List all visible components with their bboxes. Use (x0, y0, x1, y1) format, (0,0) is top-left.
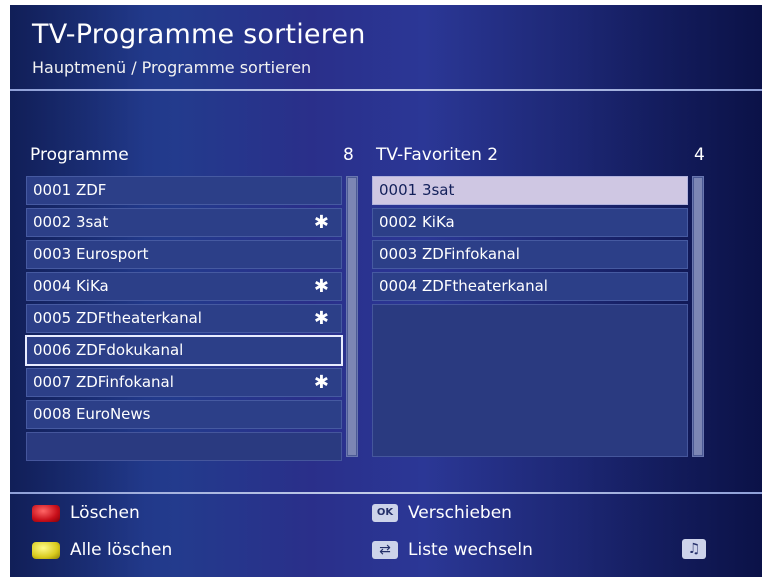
favoriten-row-label: 0002 KiKa (379, 213, 455, 231)
favoriten-row-empty (372, 304, 688, 457)
favorite-star-icon: ✱ (313, 212, 329, 233)
programme-scrollbar[interactable] (346, 176, 358, 457)
legend-switch-list-label: Liste wechseln (408, 540, 533, 560)
legend-switch-list: ⇄ Liste wechseln (372, 540, 533, 560)
programme-row[interactable]: 0003 Eurosport (26, 240, 342, 269)
legend-audio: ♫ (682, 539, 706, 559)
footer-divider (10, 492, 762, 494)
red-key-icon (32, 504, 60, 522)
programme-row-label: 0004 KiKa (33, 277, 109, 295)
yellow-key-icon (32, 541, 60, 559)
programme-row-label: 0003 Eurosport (33, 245, 149, 263)
programme-scrollbar-thumb[interactable] (348, 178, 356, 455)
favoriten-scrollbar-thumb[interactable] (694, 178, 702, 455)
favorite-star-icon: ✱ (313, 276, 329, 297)
favoriten-row-selected[interactable]: 0001 3sat (372, 176, 688, 205)
favorite-star-icon: ✱ (313, 308, 329, 329)
programme-row-label: 0002 3sat (33, 213, 109, 231)
tv-menu-screen: TV-Programme sortieren Hauptmenü / Progr… (10, 5, 762, 577)
favoriten-row[interactable]: 0003 ZDFinfokanal (372, 240, 688, 269)
legend-move-label: Verschieben (408, 503, 512, 523)
programme-row-label: 0007 ZDFinfokanal (33, 373, 174, 391)
legend-move: OK Verschieben (372, 503, 512, 523)
favoriten-scrollbar[interactable] (692, 176, 704, 457)
favoriten-row[interactable]: 0004 ZDFtheaterkanal (372, 272, 688, 301)
favorite-star-icon: ✱ (313, 372, 329, 393)
header-divider (10, 89, 762, 91)
favoriten-heading: TV-Favoriten 2 (376, 145, 499, 165)
programme-row-label: 0008 EuroNews (33, 405, 151, 423)
programme-row-label: 0001 ZDF (33, 181, 107, 199)
legend-delete-all: Alle löschen (32, 540, 172, 560)
programme-row[interactable]: 0002 3sat ✱ (26, 208, 342, 237)
favoriten-row[interactable]: 0002 KiKa (372, 208, 688, 237)
legend-delete-all-label: Alle löschen (70, 540, 173, 560)
favoriten-row-label: 0004 ZDFtheaterkanal (379, 277, 548, 295)
programme-row-label: 0005 ZDFtheaterkanal (33, 309, 202, 327)
programme-row-label: 0006 ZDFdokukanal (33, 341, 184, 359)
breadcrumb: Hauptmenü / Programme sortieren (32, 58, 312, 77)
programme-row[interactable]: 0001 ZDF (26, 176, 342, 205)
favoriten-list: 0001 3sat 0002 KiKa 0003 ZDFinfokanal 00… (372, 176, 688, 460)
music-note-icon: ♫ (682, 539, 706, 559)
programme-row-focused[interactable]: 0006 ZDFdokukanal (25, 335, 343, 366)
favoriten-row-label: 0003 ZDFinfokanal (379, 245, 520, 263)
programme-row[interactable]: 0004 KiKa ✱ (26, 272, 342, 301)
programme-count: 8 (343, 145, 354, 165)
programme-row[interactable]: 0008 EuroNews (26, 400, 342, 429)
ok-key-icon: OK (372, 504, 398, 522)
legend-delete: Löschen (32, 503, 140, 523)
programme-row[interactable]: 0005 ZDFtheaterkanal ✱ (26, 304, 342, 333)
programme-heading: Programme (30, 145, 129, 165)
favoriten-count: 4 (694, 145, 705, 165)
programme-row[interactable]: 0007 ZDFinfokanal ✱ (26, 368, 342, 397)
page-title: TV-Programme sortieren (32, 19, 366, 50)
favoriten-row-label: 0001 3sat (379, 181, 455, 199)
legend-delete-label: Löschen (70, 503, 140, 523)
programme-list: 0001 ZDF 0002 3sat ✱ 0003 Eurosport 0004… (25, 176, 343, 464)
swap-arrows-icon: ⇄ (372, 541, 398, 559)
programme-row-empty (26, 432, 342, 461)
